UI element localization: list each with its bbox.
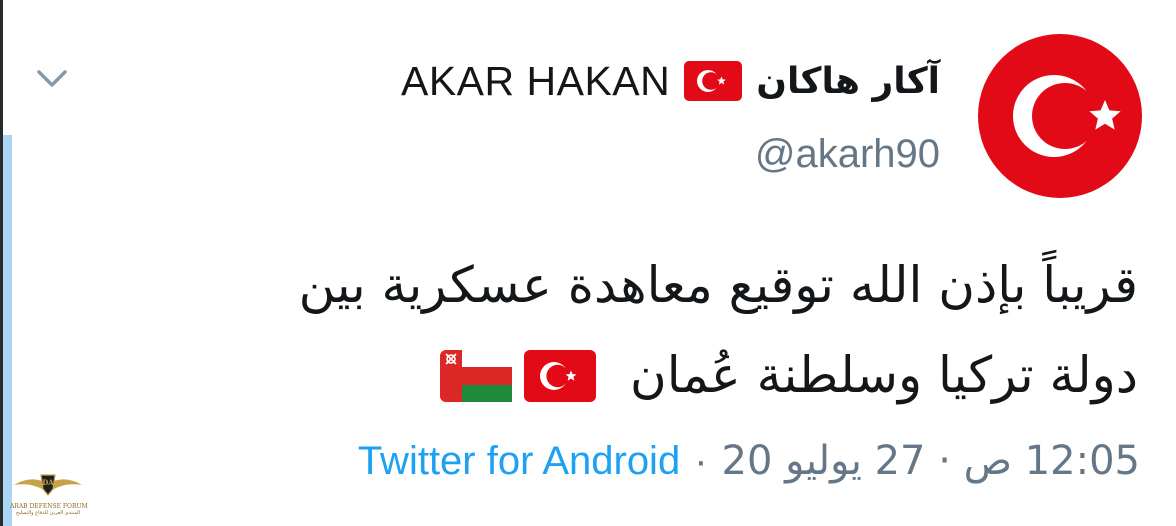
user-handle[interactable]: @akarh90 bbox=[755, 132, 940, 177]
eagle-wings-logo-icon: DA bbox=[14, 474, 82, 496]
forum-watermark-logo: DA ARAB DEFENSE FORUM المنتدى العربي للد… bbox=[10, 463, 88, 523]
tweet-text: قريباً بإذن الله توقيع معاهدة عسكرية بين… bbox=[138, 240, 1138, 420]
display-name-row[interactable]: آكار هاكان AKAR HAKAN bbox=[401, 55, 940, 107]
watermark-title: ARAB DEFENSE FORUM bbox=[10, 503, 88, 510]
tweet-text-line-1: قريباً بإذن الله توقيع معاهدة عسكرية بين bbox=[298, 256, 1138, 314]
watermark-badge: DA bbox=[42, 478, 54, 487]
turkey-flag-icon bbox=[684, 61, 743, 101]
tweet-text-line-2-wrapper: دولة تركيا وسلطنة عُمان bbox=[138, 330, 1138, 420]
timestamp[interactable]: 12:05 ص · 27 يوليو 20 bbox=[722, 438, 1140, 484]
avatar[interactable] bbox=[978, 34, 1142, 198]
turkey-flag-icon bbox=[524, 350, 597, 402]
meta-separator: · bbox=[694, 438, 708, 483]
display-name-latin[interactable]: AKAR HAKAN bbox=[401, 58, 670, 105]
chevron-down-icon[interactable] bbox=[33, 63, 71, 93]
display-name-arabic[interactable]: آكار هاكان bbox=[756, 61, 940, 102]
source-client-link[interactable]: Twitter for Android bbox=[358, 439, 680, 484]
oman-flag-icon bbox=[440, 350, 513, 402]
watermark-subtitle: المنتدى العربي للدفاع والتسليح bbox=[15, 510, 81, 516]
tweet-meta: 12:05 ص · 27 يوليو 20 · Twitter for Andr… bbox=[358, 436, 1140, 486]
flag-emojis bbox=[440, 350, 597, 402]
tweet-text-line-2: دولة تركيا وسلطنة عُمان bbox=[630, 346, 1138, 404]
